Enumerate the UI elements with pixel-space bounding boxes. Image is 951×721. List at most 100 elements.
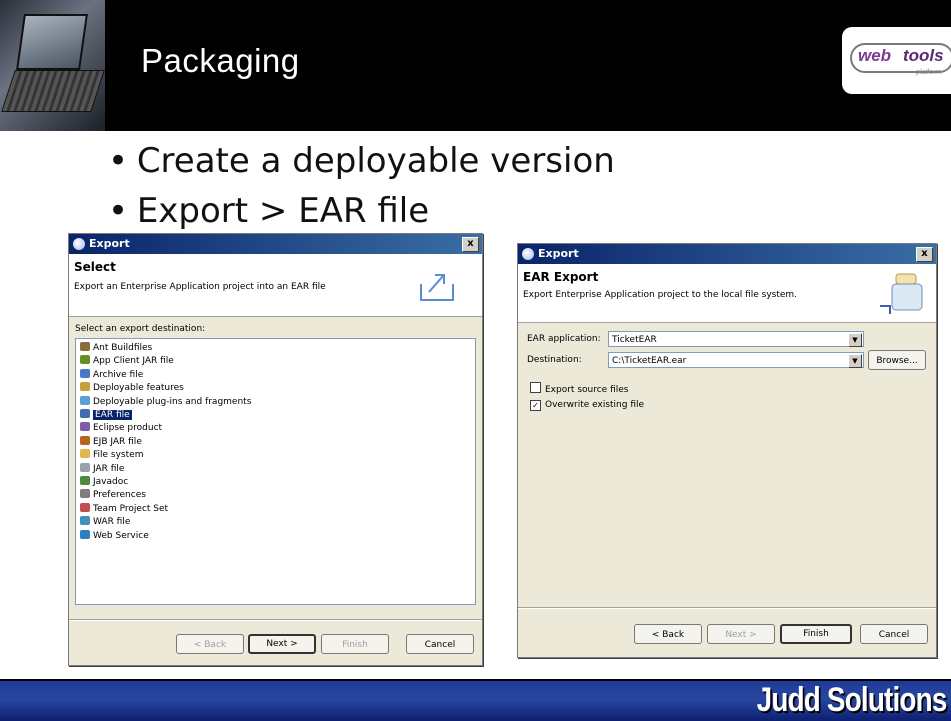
tree-item[interactable]: Javadoc	[80, 476, 128, 488]
banner-description: Export an Enterprise Application project…	[74, 282, 326, 292]
cancel-button[interactable]: Cancel	[406, 634, 474, 654]
dialog-title-bar: Export x	[69, 234, 482, 254]
tree-item[interactable]: Deployable features	[80, 382, 184, 394]
logo-text-tools: tools	[903, 46, 944, 65]
dialog-title: Export	[538, 247, 579, 260]
next-button[interactable]: Next >	[248, 634, 316, 654]
dialog-title-bar: Export x	[518, 244, 936, 264]
slide-header: Packaging web tools platform	[0, 0, 951, 131]
tree-item[interactable]: Ant Buildfiles	[80, 342, 152, 354]
bullet-dot: •	[108, 141, 129, 181]
tree-item-label: EAR file	[93, 410, 132, 420]
ear-icon	[80, 409, 90, 418]
tree-item[interactable]: Eclipse product	[80, 422, 162, 434]
tree-item-label: Ant Buildfiles	[93, 343, 153, 353]
tree-item[interactable]: Archive file	[80, 368, 143, 381]
product-icon	[80, 422, 90, 432]
separator	[518, 607, 936, 609]
cancel-button[interactable]: Cancel	[860, 624, 928, 644]
jar-icon	[80, 462, 90, 472]
ear-application-combo[interactable]: TicketEAR ▼	[608, 331, 864, 347]
export-source-checkbox[interactable]: Export source files	[530, 382, 628, 396]
overwrite-checkbox[interactable]: ✓ Overwrite existing file	[530, 399, 644, 411]
tree-item-label: Deployable plug-ins and fragments	[93, 396, 252, 407]
tree-item-label: JAR file	[93, 463, 125, 474]
bullet-2-text: Export > EAR file	[136, 191, 430, 231]
close-button[interactable]: x	[916, 247, 933, 262]
footer-brand: Judd Solutions	[757, 681, 948, 719]
finish-button[interactable]: Finish	[321, 634, 389, 654]
tree-item[interactable]: JAR file	[80, 462, 125, 475]
checkbox-box[interactable]: ✓	[530, 400, 541, 411]
close-button[interactable]: x	[462, 237, 479, 252]
destination-value: C:\TicketEAR.ear	[612, 356, 687, 366]
tree-item-label: Web Service	[93, 530, 149, 541]
logo-text-web: web	[858, 46, 892, 65]
dialog-banner: Select Export an Enterprise Application …	[69, 254, 482, 317]
browse-button[interactable]: Browse...	[868, 350, 926, 370]
export-destination-label: Select an export destination:	[75, 324, 206, 334]
tree-item-label: WAR file	[93, 517, 131, 528]
laptop-photo	[0, 0, 105, 131]
feature-icon	[80, 382, 90, 392]
bullet-2: • Export > EAR file	[108, 191, 429, 231]
team-icon	[80, 502, 90, 512]
eclipse-icon	[522, 248, 534, 260]
tree-item-label: Eclipse product	[93, 423, 163, 434]
laptop-keyboard	[1, 70, 105, 112]
export-wizard-icon	[420, 274, 454, 301]
export-select-dialog: Export x Select Export an Enterprise App…	[68, 233, 483, 666]
ear-export-icon	[880, 273, 923, 314]
tree-item[interactable]: Team Project Set	[80, 502, 169, 515]
javadoc-icon	[80, 476, 90, 485]
bullet-1: • Create a deployable version	[108, 141, 615, 181]
war-icon	[80, 516, 90, 526]
eclipse-icon	[73, 238, 85, 250]
tree-item[interactable]: WAR file	[80, 516, 130, 528]
tree-item-label: Team Project Set	[93, 503, 169, 514]
back-button[interactable]: < Back	[634, 624, 702, 644]
dialog-title: Export	[89, 237, 130, 250]
separator	[69, 619, 482, 621]
banner-title: EAR Export	[523, 270, 599, 284]
web-service-icon	[80, 529, 90, 539]
export-source-label: Export source files	[545, 385, 629, 395]
archive-icon	[80, 368, 90, 378]
tree-item-label: Deployable features	[93, 383, 184, 394]
dialog-banner: EAR Export Export Enterprise Application…	[518, 264, 936, 323]
tree-item[interactable]: App Client JAR file	[80, 355, 174, 367]
overwrite-label: Overwrite existing file	[545, 400, 645, 410]
slide-title: Packaging	[141, 42, 300, 79]
checkbox-box[interactable]	[530, 382, 541, 393]
app-client-jar-icon	[80, 355, 90, 365]
destination-combo[interactable]: C:\TicketEAR.ear ▼	[608, 352, 864, 368]
tree-item-label: File system	[93, 450, 144, 461]
bullet-1-text: Create a deployable version	[136, 141, 615, 181]
tree-item-label: EJB JAR file	[93, 436, 142, 447]
next-button[interactable]: Next >	[707, 624, 775, 644]
logo-tagline: platform	[916, 69, 942, 76]
banner-title: Select	[74, 260, 116, 274]
export-destination-tree[interactable]: Ant Buildfiles App Client JAR file Archive…	[75, 338, 476, 605]
finish-button[interactable]: Finish	[780, 624, 852, 644]
tree-item-label: Javadoc	[93, 477, 129, 487]
ant-icon	[80, 342, 90, 351]
ear-application-label: EAR application:	[527, 334, 601, 344]
ear-application-value: TicketEAR	[612, 335, 657, 345]
preferences-icon	[80, 489, 90, 499]
tree-item[interactable]: File system	[80, 449, 143, 461]
laptop-screen	[16, 14, 88, 70]
back-button[interactable]: < Back	[176, 634, 244, 654]
ejb-icon	[80, 435, 90, 445]
tree-item[interactable]: Deployable plug-ins and fragments	[80, 395, 252, 408]
tree-item[interactable]: Preferences	[80, 489, 146, 501]
tree-item-label: Preferences	[93, 490, 146, 501]
chevron-down-icon[interactable]: ▼	[848, 354, 862, 368]
tree-item-label: App Client JAR file	[93, 356, 174, 367]
webtools-logo: web tools platform	[842, 27, 951, 94]
tree-item[interactable]: EJB JAR file	[80, 435, 142, 448]
tree-item[interactable]: Web Service	[80, 529, 149, 542]
chevron-down-icon[interactable]: ▼	[848, 333, 862, 347]
bullet-dot: •	[108, 191, 129, 231]
tree-item[interactable]: EAR file	[80, 409, 132, 421]
